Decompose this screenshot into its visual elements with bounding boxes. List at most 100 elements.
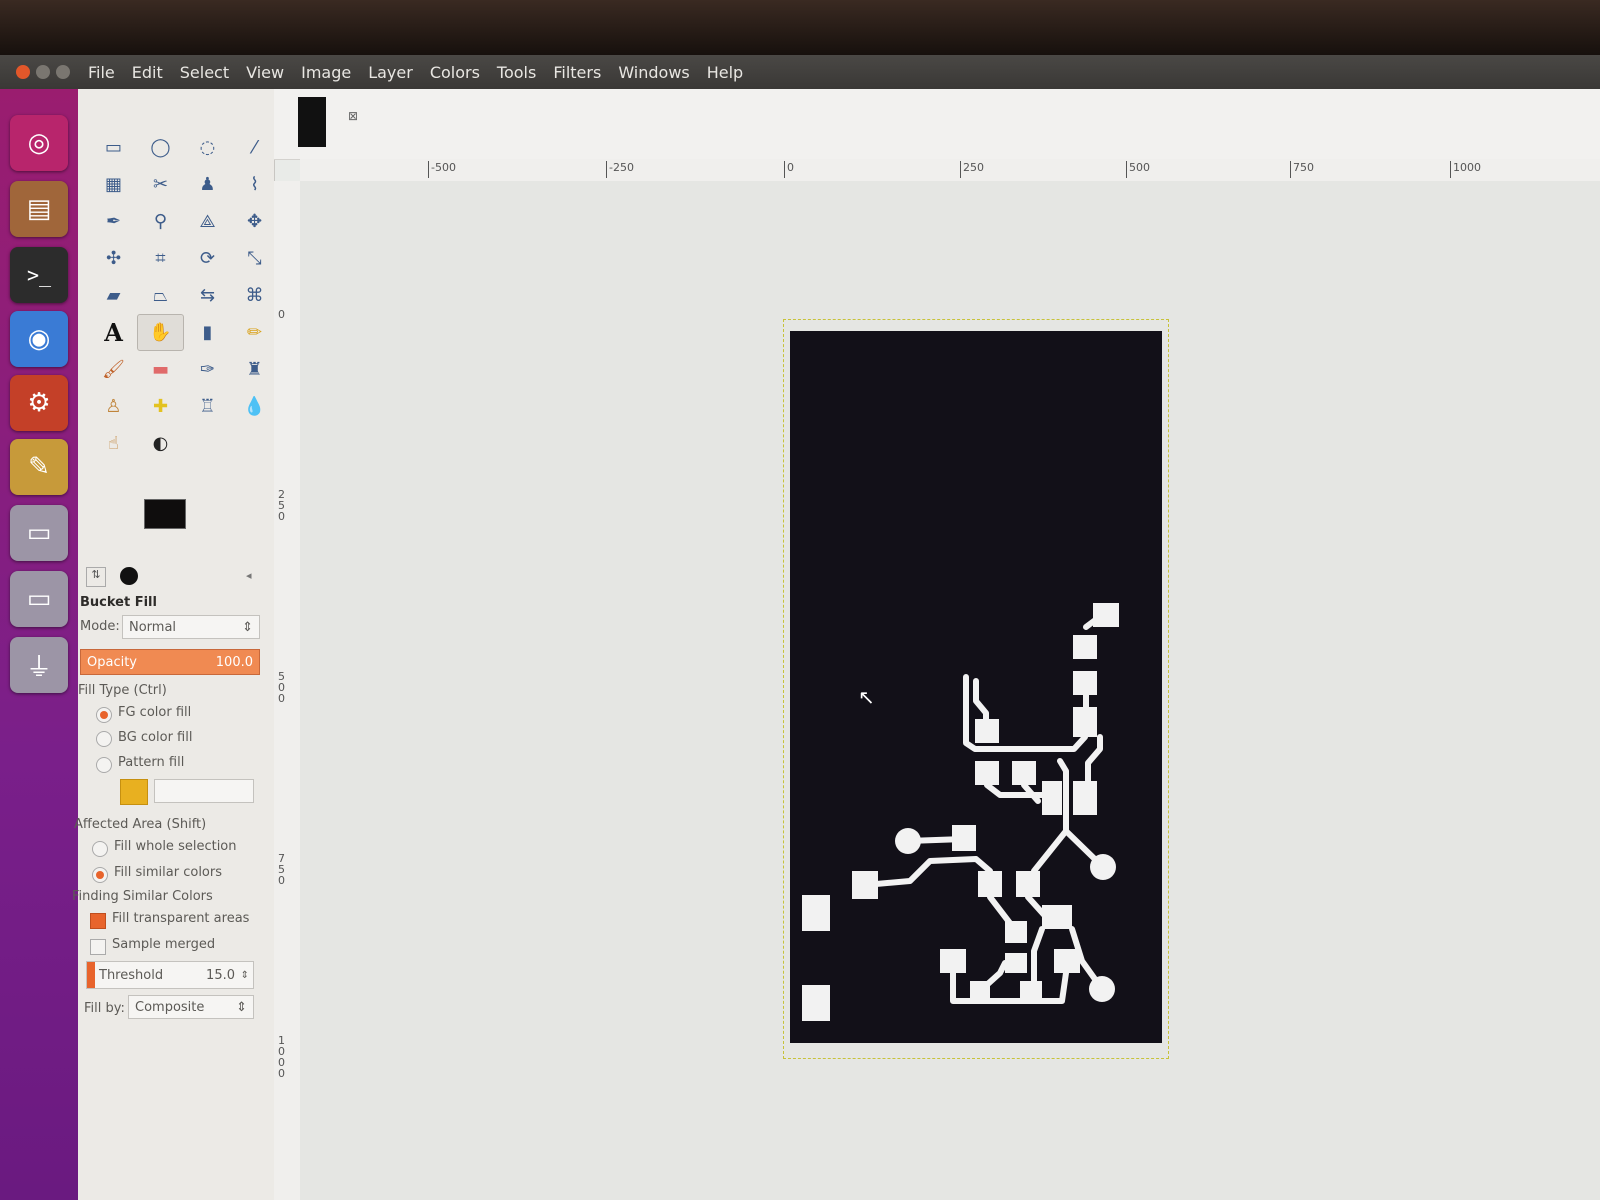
threshold-fill bbox=[87, 962, 95, 988]
fill-transparent-label: Fill transparent areas bbox=[112, 911, 250, 926]
rotate-icon[interactable]: ⟳ bbox=[184, 240, 231, 277]
settings-icon[interactable]: ⚙ bbox=[10, 375, 68, 431]
affected-area-label: Affected Area (Shift) bbox=[74, 817, 207, 832]
tool-grid: ▭ ◯ ◌ ⁄ ▦ ✂ ♟ ⌇ ✒ ⚲ ⟁ ✥ ✣ ⌗ ⟳ ⤡ ▰ ⏢ ⇆ ⌘ … bbox=[90, 129, 278, 462]
ubuntu-dash-icon[interactable]: ◎ bbox=[10, 115, 68, 171]
menu-windows[interactable]: Windows bbox=[618, 63, 689, 82]
paintbrush-icon[interactable]: 🖌 bbox=[90, 351, 137, 388]
usb-icon[interactable]: ⏚ bbox=[10, 637, 68, 693]
opacity-slider[interactable]: Opacity 100.0 bbox=[80, 649, 260, 675]
minimize-window-button[interactable] bbox=[36, 65, 50, 79]
menu-select[interactable]: Select bbox=[180, 63, 229, 82]
tool-options-tab-icon[interactable]: ⇅ bbox=[86, 567, 106, 587]
menu-filters[interactable]: Filters bbox=[553, 63, 601, 82]
smudge-icon[interactable]: ☝ bbox=[90, 425, 137, 462]
opacity-value: 100.0 bbox=[215, 654, 253, 670]
drive-icon-2[interactable]: ▭ bbox=[10, 571, 68, 627]
files-icon[interactable]: ▤ bbox=[10, 181, 68, 237]
ellipse-select-icon[interactable]: ◯ bbox=[137, 129, 184, 166]
threshold-slider[interactable]: Threshold 15.0 ⇕ bbox=[86, 961, 254, 989]
drive-icon[interactable]: ▭ bbox=[10, 505, 68, 561]
measure-icon[interactable]: ⟁ bbox=[184, 203, 231, 240]
foreground-color-swatch[interactable] bbox=[144, 499, 186, 529]
maximize-window-button[interactable] bbox=[56, 65, 70, 79]
blend-icon[interactable]: ▮ bbox=[184, 314, 231, 351]
text-tool-icon[interactable]: A bbox=[90, 314, 137, 351]
fill-by-value: Composite bbox=[135, 999, 205, 1015]
color-select-icon[interactable]: ▦ bbox=[90, 166, 137, 203]
spinner-icon: ⇕ bbox=[242, 619, 253, 635]
menu-image[interactable]: Image bbox=[301, 63, 351, 82]
scale-icon[interactable]: ⤡ bbox=[231, 240, 278, 277]
close-window-button[interactable] bbox=[16, 65, 30, 79]
menu-layer[interactable]: Layer bbox=[368, 63, 413, 82]
menu-view[interactable]: View bbox=[246, 63, 284, 82]
perspective-clone-icon[interactable]: ♖ bbox=[184, 388, 231, 425]
image-canvas[interactable] bbox=[300, 181, 1600, 1200]
panel-menu-icon[interactable]: ◂ bbox=[246, 569, 252, 582]
gimp-icon[interactable]: ✎ bbox=[10, 439, 68, 495]
fill-by-select[interactable]: Composite ⇕ bbox=[128, 995, 254, 1019]
ruler-label: 1000 bbox=[278, 1034, 285, 1080]
fill-whole-label: Fill whole selection bbox=[114, 839, 237, 854]
bucket-fill-icon[interactable]: ✋ bbox=[137, 314, 184, 351]
ruler-label: 500 bbox=[278, 670, 285, 705]
menu-file[interactable]: File bbox=[88, 63, 115, 82]
pattern-swatch[interactable] bbox=[120, 779, 148, 805]
bg-fill-radio[interactable] bbox=[96, 731, 112, 747]
fill-by-label: Fill by: bbox=[84, 1001, 125, 1016]
terminal-icon[interactable]: >_ bbox=[10, 247, 68, 303]
cage-icon[interactable]: ⌘ bbox=[231, 277, 278, 314]
free-select-icon[interactable]: ◌ bbox=[184, 129, 231, 166]
crop-icon[interactable]: ⌗ bbox=[137, 240, 184, 277]
ruler-label: 1000 bbox=[1450, 161, 1481, 178]
fuzzy-select-icon[interactable]: ⁄ bbox=[231, 129, 278, 166]
dodge-burn-icon[interactable]: ◐ bbox=[137, 425, 184, 462]
fg-fill-radio[interactable] bbox=[96, 707, 112, 723]
pencil-icon[interactable]: ✏ bbox=[231, 314, 278, 351]
foreground-select-icon[interactable]: ♟ bbox=[184, 166, 231, 203]
menu-edit[interactable]: Edit bbox=[132, 63, 163, 82]
perspective-icon[interactable]: ⏢ bbox=[137, 277, 184, 314]
chromium-icon[interactable]: ◉ bbox=[10, 311, 68, 367]
ruler-label: 0 bbox=[784, 161, 794, 178]
fill-transparent-checkbox[interactable] bbox=[90, 913, 106, 929]
pattern-name-field[interactable] bbox=[154, 779, 254, 803]
menu-tools[interactable]: Tools bbox=[497, 63, 536, 82]
heal-icon[interactable]: ✚ bbox=[137, 388, 184, 425]
pattern-fill-radio[interactable] bbox=[96, 757, 112, 773]
ruler-label: 250 bbox=[960, 161, 984, 178]
mode-select[interactable]: Normal ⇕ bbox=[122, 615, 260, 639]
menu-help[interactable]: Help bbox=[707, 63, 743, 82]
paths-icon[interactable]: ⌇ bbox=[231, 166, 278, 203]
screen: File Edit Select View Image Layer Colors… bbox=[0, 55, 1600, 1200]
zoom-icon[interactable]: ⚲ bbox=[137, 203, 184, 240]
bg-fill-label: BG color fill bbox=[118, 730, 193, 745]
vertical-ruler[interactable]: 0 250 500 750 1000 bbox=[274, 181, 301, 1200]
flip-icon[interactable]: ⇆ bbox=[184, 277, 231, 314]
color-picker-icon[interactable]: ✒ bbox=[90, 203, 137, 240]
fill-similar-radio[interactable] bbox=[92, 867, 108, 883]
pcb-image[interactable] bbox=[790, 331, 1162, 1043]
menu-colors[interactable]: Colors bbox=[430, 63, 480, 82]
blur-icon[interactable]: 💧 bbox=[231, 388, 278, 425]
close-image-icon[interactable]: ⊠ bbox=[348, 109, 358, 123]
monitor-bezel bbox=[0, 0, 1600, 62]
sample-merged-checkbox[interactable] bbox=[90, 939, 106, 955]
pcb-traces bbox=[802, 603, 1119, 1021]
brush-preview-icon[interactable] bbox=[120, 567, 138, 585]
eraser-icon[interactable]: ▬ bbox=[137, 351, 184, 388]
align-icon[interactable]: ✣ bbox=[90, 240, 137, 277]
ink-icon[interactable]: ♜ bbox=[231, 351, 278, 388]
rect-select-icon[interactable]: ▭ bbox=[90, 129, 137, 166]
fill-whole-radio[interactable] bbox=[92, 841, 108, 857]
bucket-fill-cursor-icon: ↖ bbox=[858, 685, 875, 709]
ruler-label: 750 bbox=[278, 852, 285, 887]
horizontal-ruler[interactable]: -500 -250 0 250 500 750 1000 bbox=[300, 159, 1600, 182]
scissors-icon[interactable]: ✂ bbox=[137, 166, 184, 203]
move-icon[interactable]: ✥ bbox=[231, 203, 278, 240]
image-thumbnail[interactable] bbox=[298, 97, 326, 147]
clone-icon[interactable]: ♙ bbox=[90, 388, 137, 425]
shear-icon[interactable]: ▰ bbox=[90, 277, 137, 314]
airbrush-icon[interactable]: ✑ bbox=[184, 351, 231, 388]
